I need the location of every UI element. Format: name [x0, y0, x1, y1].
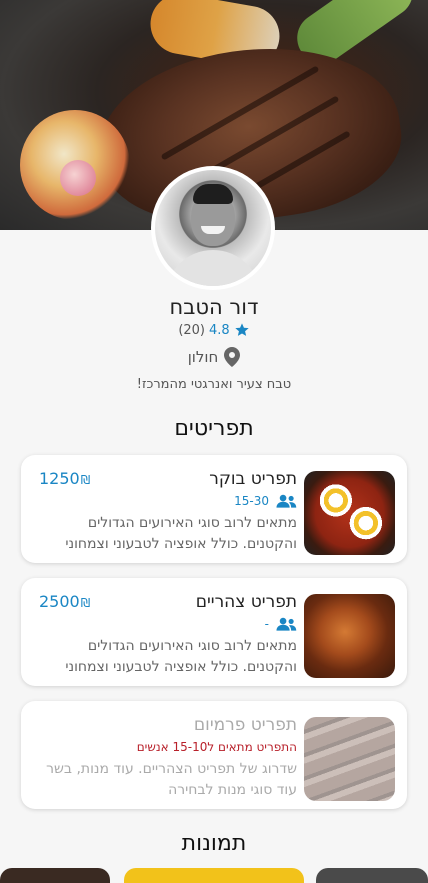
menu-description: מתאים לרוב סוגי האירועים הגדולים והקטנים… [65, 638, 297, 675]
menu-price-value: 2500 [39, 592, 80, 611]
menu-card-breakfast[interactable]: תפריט בוקר 1250₪ 15-30 מתאים לרוב סוגי ה… [21, 455, 407, 563]
chef-bio: טבח צעיר ואנרגטי מהמרכז! [136, 377, 292, 392]
gallery-photo[interactable] [0, 868, 110, 883]
menus-section-title: תפריטים [174, 416, 254, 441]
people-icon [276, 617, 297, 631]
menu-guests: 15-30 [234, 494, 297, 508]
menu-card-lunch[interactable]: תפריט צהריים 2500₪ - מתאים לרוב סוגי האי… [21, 578, 407, 686]
menu-title: תפריט צהריים [195, 592, 297, 612]
people-icon [276, 494, 297, 508]
menu-card-premium[interactable]: תפריט פרמיום התפריט מתאים ל15-10 אנשים ש… [21, 701, 407, 809]
chef-location: חולון [0, 347, 428, 367]
chef-rating: (20) 4.8 [0, 322, 428, 338]
location-pin-icon [224, 347, 241, 367]
menu-price-value: 1250 [39, 469, 80, 488]
shakshuka-image [304, 471, 395, 555]
photos-section-title: תמונות [181, 831, 247, 856]
rating-count: (20) [178, 322, 205, 338]
menu-capacity-note: התפריט מתאים ל15-10 אנשים [136, 740, 297, 754]
currency-symbol: ₪ [80, 596, 91, 610]
gallery-photo[interactable] [124, 868, 304, 883]
menu-title: תפריט פרמיום [193, 715, 297, 735]
menu-title: תפריט בוקר [209, 469, 297, 489]
gallery-photo[interactable] [316, 868, 428, 883]
menu-guests-range: 15-30 [234, 494, 269, 508]
star-icon [235, 323, 249, 336]
sliced-steak-image [304, 717, 395, 801]
menu-guests: - [265, 617, 297, 631]
menu-description: שדרוג של תפריט הצהריים. עוד מנות, בשר עו… [46, 761, 297, 798]
chef-avatar[interactable] [151, 166, 275, 290]
menu-price: 1250₪ [39, 469, 90, 488]
menu-guests-range: - [264, 617, 269, 631]
chef-name: דור הטבח [169, 295, 259, 319]
photos-gallery[interactable] [0, 868, 428, 883]
menu-price: 2500₪ [39, 592, 90, 611]
menu-description: מתאים לרוב סוגי האירועים הגדולים והקטנים… [65, 515, 297, 552]
location-text: חולון [187, 348, 219, 366]
rating-score: 4.8 [209, 322, 230, 338]
currency-symbol: ₪ [80, 473, 91, 487]
roast-chicken-image [304, 594, 395, 678]
